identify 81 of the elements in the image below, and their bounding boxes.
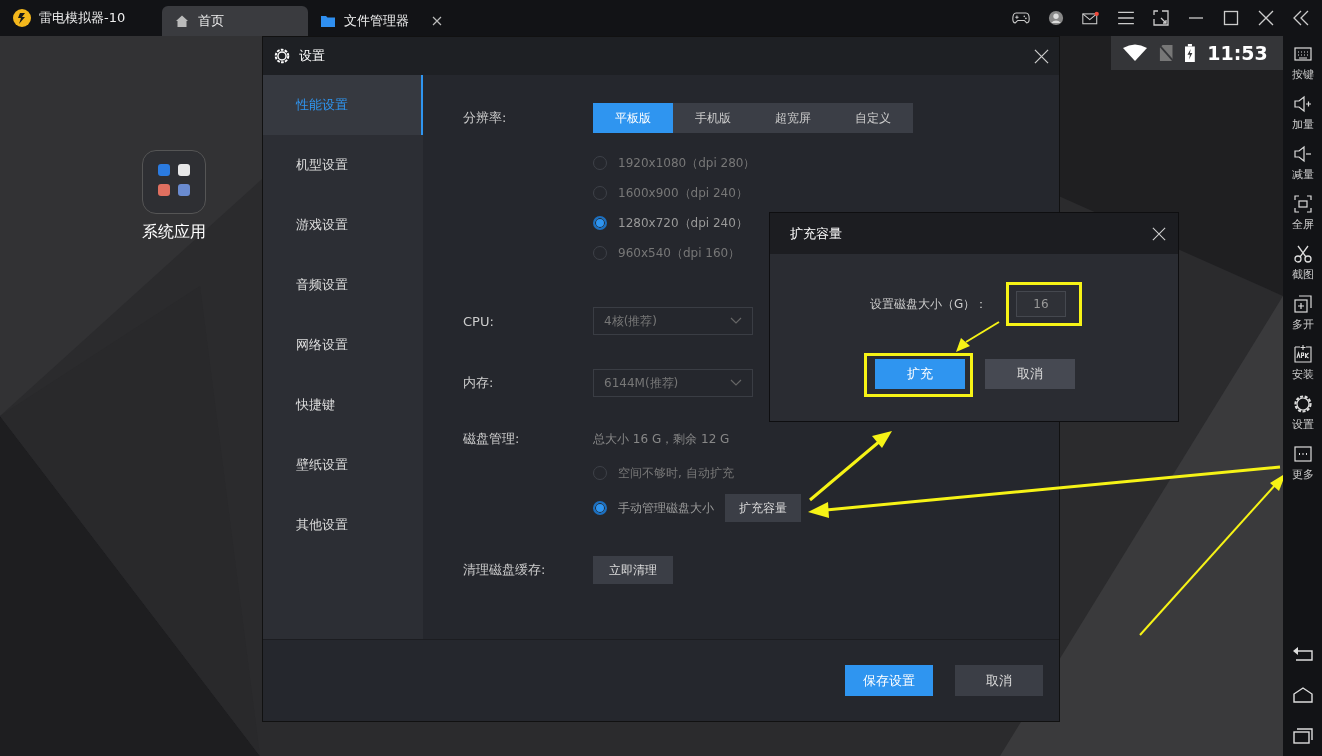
field-label: 分辨率:	[463, 109, 508, 127]
sidebar-button[interactable]: 多开	[1291, 294, 1314, 332]
collapse-icon[interactable]	[1292, 10, 1310, 26]
keyboard-icon	[1292, 44, 1313, 64]
sidebar-button[interactable]: 安装	[1291, 344, 1314, 382]
radio-label: 960x540（dpi 160）	[618, 244, 741, 262]
mode-tab[interactable]: 超宽屏	[753, 103, 833, 133]
nav-item[interactable]: 机型设置	[263, 135, 423, 195]
no-sim-icon	[1159, 44, 1174, 62]
multi-window-icon	[1292, 294, 1313, 314]
nav-item[interactable]: 快捷键	[263, 375, 423, 435]
radio-label: 1280x720（dpi 240）	[618, 214, 748, 232]
menu-icon[interactable]	[1117, 10, 1135, 26]
sidebar-button[interactable]: 减量	[1291, 144, 1314, 182]
sidebar-button[interactable]: 加量	[1291, 94, 1314, 132]
fullscreen-icon	[1292, 194, 1313, 214]
radio-button[interactable]	[593, 216, 607, 230]
apk-icon	[1292, 344, 1313, 364]
battery-icon	[1185, 44, 1196, 62]
nav-item[interactable]: 网络设置	[263, 315, 423, 375]
field-label: 磁盘管理:	[463, 430, 521, 448]
field-label: 内存:	[463, 374, 495, 392]
more-icon	[1292, 444, 1313, 464]
field-label: 清理磁盘缓存:	[463, 561, 547, 579]
radio-label: 手动管理磁盘大小	[618, 499, 714, 517]
nav-item[interactable]: 游戏设置	[263, 195, 423, 255]
scissors-icon	[1292, 244, 1313, 264]
disk-size-field[interactable]: 16	[1016, 291, 1066, 317]
dialog-title: 扩充容量	[790, 224, 842, 243]
sidebar-button[interactable]: 设置	[1291, 394, 1314, 432]
mode-tab[interactable]: 自定义	[833, 103, 913, 133]
clean-button[interactable]: 立即清理	[593, 556, 673, 584]
tab[interactable]: 文件管理器	[308, 6, 454, 36]
resize-icon[interactable]	[1152, 10, 1170, 26]
home-icon	[174, 13, 190, 29]
sidebar-button[interactable]: 按键	[1291, 44, 1314, 82]
mail-icon[interactable]	[1082, 10, 1100, 26]
logo-icon	[12, 8, 32, 28]
app-title: 雷电模拟器-10	[39, 9, 126, 27]
dialog-title: 设置	[299, 47, 325, 65]
mode-tab[interactable]: 手机版	[673, 103, 753, 133]
field-label: CPU:	[463, 313, 495, 329]
close-icon[interactable]	[1152, 226, 1166, 241]
sidebar-button[interactable]: 全屏	[1291, 194, 1314, 232]
wifi-icon	[1123, 44, 1147, 62]
radio-label: 1920x1080（dpi 280）	[618, 154, 756, 172]
cancel-button[interactable]: 取消	[985, 359, 1075, 389]
sidebar-button[interactable]: 截图	[1291, 244, 1314, 282]
folder-icon	[320, 13, 336, 29]
chevron-down-icon	[730, 317, 742, 325]
avatar-icon[interactable]	[1047, 10, 1065, 26]
close-icon[interactable]	[1257, 10, 1275, 26]
nav-item[interactable]: 性能设置	[263, 75, 423, 135]
home-icon[interactable]	[1291, 686, 1314, 704]
nav-item[interactable]: 其他设置	[263, 495, 423, 555]
radio-label: 空间不够时, 自动扩充	[618, 464, 734, 482]
cancel-button[interactable]: 取消	[955, 665, 1043, 696]
maximize-icon[interactable]	[1222, 10, 1240, 26]
field-label: 设置磁盘大小（G）：	[870, 295, 989, 313]
chevron-down-icon	[730, 379, 742, 387]
radio-button[interactable]	[593, 501, 607, 515]
gamepad-icon[interactable]	[1012, 10, 1030, 26]
nav-item[interactable]: 音频设置	[263, 255, 423, 315]
close-icon[interactable]	[432, 16, 442, 26]
volume-up-icon	[1292, 94, 1313, 114]
back-icon[interactable]	[1291, 646, 1314, 664]
app-label: 系统应用	[142, 222, 206, 243]
sidebar-button[interactable]: 更多	[1291, 444, 1314, 482]
disk-summary: 总大小 16 G，剩余 12 G	[593, 430, 730, 448]
clock: 11:53	[1207, 42, 1268, 64]
radio-label: 1600x900（dpi 240）	[618, 184, 748, 202]
annotation-arrow	[956, 321, 1000, 352]
expand-button[interactable]: 扩充容量	[725, 494, 801, 522]
recent-apps-icon[interactable]	[1291, 726, 1314, 744]
gear-icon	[273, 47, 291, 65]
tab[interactable]: 首页	[162, 6, 308, 36]
volume-down-icon	[1292, 144, 1313, 164]
app-folder-icon[interactable]	[142, 150, 206, 214]
settings-icon	[1292, 394, 1313, 414]
nav-item[interactable]: 壁纸设置	[263, 435, 423, 495]
close-icon[interactable]	[1034, 48, 1049, 64]
